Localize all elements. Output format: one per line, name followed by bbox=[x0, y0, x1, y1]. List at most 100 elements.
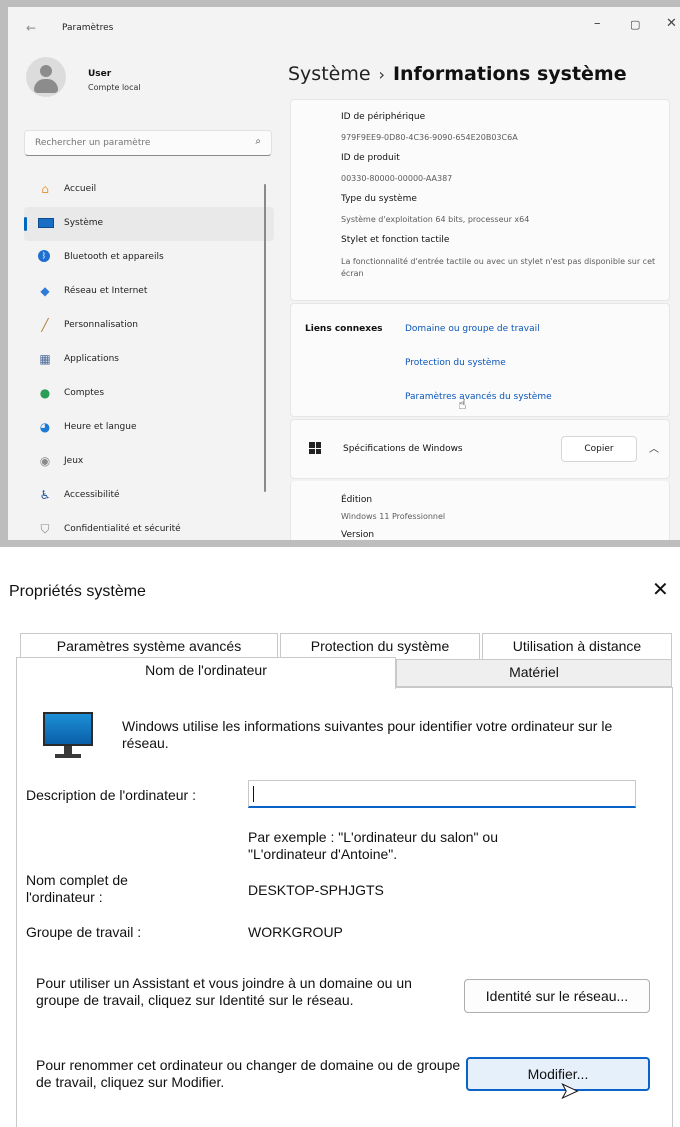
full-name-value: DESKTOP-SPHJGTS bbox=[248, 882, 384, 898]
spec-label: Type du système bbox=[341, 194, 417, 204]
computer-description-input[interactable] bbox=[248, 780, 636, 808]
wizard-text: Pour utiliser un Assistant et vous joind… bbox=[36, 975, 412, 1008]
sidebar-scrollbar[interactable] bbox=[264, 184, 266, 492]
workgroup-value: WORKGROUP bbox=[248, 924, 343, 940]
sidebar-item-label: Applications bbox=[64, 354, 119, 364]
rename-text: Pour renommer cet ordinateur ou changer … bbox=[36, 1057, 461, 1090]
sidebar-item-label: Heure et langue bbox=[64, 422, 137, 432]
link-system-protection[interactable]: Protection du système bbox=[405, 358, 506, 368]
breadcrumb-separator: › bbox=[378, 65, 385, 84]
sidebar-item-accueil[interactable]: ⌂ Accueil bbox=[24, 173, 274, 207]
link-domain-workgroup[interactable]: Domaine ou groupe de travail bbox=[405, 324, 540, 334]
close-button[interactable]: ✕ bbox=[666, 16, 677, 31]
system-properties-dialog: Propriétés système ✕ Paramètres système … bbox=[0, 547, 680, 1127]
sidebar-item-label: Bluetooth et appareils bbox=[64, 252, 164, 262]
globe-icon: ◕ bbox=[39, 420, 51, 434]
hand-cursor-icon: ☝ bbox=[458, 397, 467, 413]
tab-computer-name[interactable]: Nom de l'ordinateur bbox=[16, 657, 396, 689]
computer-monitor-icon bbox=[43, 712, 93, 760]
related-links-card: Liens connexes Domaine ou groupe de trav… bbox=[290, 303, 670, 417]
accounts-icon: ● bbox=[39, 386, 51, 400]
text-caret bbox=[253, 786, 254, 802]
sidebar-item-label: Jeux bbox=[64, 456, 84, 466]
apps-icon: ▦ bbox=[39, 352, 51, 366]
spec-value: 979F9EE9-0D80-4C36-9090-654E20B03C6A bbox=[341, 133, 518, 142]
sidebar-item-label: Réseau et Internet bbox=[64, 286, 148, 296]
sidebar-item-bluetooth[interactable]: ᛒ Bluetooth et appareils bbox=[24, 241, 274, 275]
app-title: Paramètres bbox=[62, 23, 114, 33]
search-input[interactable] bbox=[25, 131, 245, 155]
sidebar-item-label: Accessibilité bbox=[64, 490, 120, 500]
device-specs-card: ID de périphérique 979F9EE9-0D80-4C36-90… bbox=[290, 99, 670, 301]
dialog-title: Propriétés système bbox=[9, 583, 146, 600]
user-icon bbox=[40, 65, 52, 77]
spec-label: ID de périphérique bbox=[341, 112, 426, 122]
maximize-button[interactable]: ▢ bbox=[630, 18, 640, 31]
chevron-up-icon[interactable]: ︿ bbox=[649, 440, 659, 455]
breadcrumb-parent[interactable]: Système bbox=[288, 63, 371, 85]
network-icon: ◆ bbox=[40, 284, 50, 298]
back-arrow-icon[interactable]: ← bbox=[26, 21, 36, 35]
spec-value: 00330-80000-00000-AA387 bbox=[341, 174, 453, 183]
user-name: User bbox=[88, 69, 112, 79]
windows-logo-icon bbox=[309, 442, 321, 454]
search-icon[interactable]: ⌕ bbox=[255, 136, 261, 147]
home-icon: ⌂ bbox=[41, 182, 49, 196]
sidebar-item-reseau[interactable]: ◆ Réseau et Internet bbox=[24, 275, 274, 309]
accessibility-icon: ♿ bbox=[39, 488, 51, 502]
edition-label: Édition bbox=[341, 495, 373, 505]
page-title: Informations système bbox=[392, 63, 627, 85]
intro-text: Windows utilise les informations suivant… bbox=[122, 718, 613, 751]
avatar[interactable] bbox=[26, 57, 66, 97]
sidebar-item-personnalisation[interactable]: ╱ Personnalisation bbox=[24, 309, 274, 343]
sidebar-item-systeme[interactable]: Système bbox=[24, 207, 274, 241]
minimize-button[interactable]: – bbox=[594, 16, 601, 31]
edition-value: Windows 11 Professionnel bbox=[341, 512, 446, 521]
search-box[interactable]: ⌕ bbox=[24, 130, 272, 156]
sidebar-item-comptes[interactable]: ● Comptes bbox=[24, 377, 274, 411]
windows-specs-details: Édition Windows 11 Professionnel Version bbox=[290, 481, 670, 540]
arrow-cursor-icon: ➤ bbox=[559, 1079, 579, 1105]
tab-hardware[interactable]: Matériel bbox=[396, 659, 672, 687]
tab-remote-use[interactable]: Utilisation à distance bbox=[482, 633, 672, 659]
brush-icon: ╱ bbox=[41, 318, 49, 332]
version-label: Version bbox=[341, 530, 375, 540]
spec-label: Stylet et fonction tactile bbox=[341, 235, 450, 245]
sidebar-item-applications[interactable]: ▦ Applications bbox=[24, 343, 274, 377]
workgroup-label: Groupe de travail : bbox=[26, 924, 142, 940]
sidebar-item-label: Personnalisation bbox=[64, 320, 138, 330]
windows-specs-card[interactable]: Spécifications de Windows Copier ︿ bbox=[290, 419, 670, 479]
sidebar-nav: ⌂ Accueil Système ᛒ Bluetooth et apparei… bbox=[24, 173, 274, 540]
title-bar: ← Paramètres – ▢ ✕ bbox=[8, 7, 680, 49]
sidebar-item-accessibilite[interactable]: ♿ Accessibilité bbox=[24, 479, 274, 513]
copy-button[interactable]: Copier bbox=[561, 436, 637, 462]
sidebar-item-label: Comptes bbox=[64, 388, 105, 398]
sidebar-item-confidentialite[interactable]: ⛉ Confidentialité et sécurité bbox=[24, 513, 274, 540]
modify-button[interactable]: Modifier... bbox=[466, 1057, 650, 1091]
sidebar-item-heure-langue[interactable]: ◕ Heure et langue bbox=[24, 411, 274, 445]
tab-advanced-settings[interactable]: Paramètres système avancés bbox=[20, 633, 278, 659]
description-label: Description de l'ordinateur : bbox=[26, 787, 196, 803]
sidebar-item-label: Confidentialité et sécurité bbox=[64, 524, 181, 534]
windows-specs-title: Spécifications de Windows bbox=[343, 444, 463, 454]
spec-value: La fonctionnalité d'entrée tactile ou av… bbox=[341, 257, 656, 278]
sidebar-item-jeux[interactable]: ◉ Jeux bbox=[24, 445, 274, 479]
selection-indicator bbox=[24, 217, 27, 231]
network-id-button[interactable]: Identité sur le réseau... bbox=[464, 979, 650, 1013]
link-advanced-system-settings[interactable]: Paramètres avancés du système bbox=[405, 392, 552, 402]
bluetooth-icon: ᛒ bbox=[38, 250, 50, 262]
shield-icon: ⛉ bbox=[40, 522, 50, 536]
settings-window: ← Paramètres – ▢ ✕ User Compte local ⌕ ⌂… bbox=[8, 7, 680, 540]
breadcrumb: Système › Informations système bbox=[288, 63, 627, 85]
gamepad-icon: ◉ bbox=[39, 454, 51, 468]
account-type: Compte local bbox=[88, 83, 141, 92]
spec-value: Système d'exploitation 64 bits, processe… bbox=[341, 215, 530, 224]
related-links-title: Liens connexes bbox=[305, 324, 383, 334]
example-text: Par exemple : "L'ordinateur du salon" ou… bbox=[248, 829, 498, 862]
dialog-close-button[interactable]: ✕ bbox=[652, 577, 669, 602]
tab-system-protection[interactable]: Protection du système bbox=[280, 633, 480, 659]
spec-label: ID de produit bbox=[341, 153, 400, 163]
sidebar-item-label: Système bbox=[64, 218, 104, 228]
full-name-label: Nom complet de l'ordinateur : bbox=[26, 872, 128, 905]
system-icon bbox=[38, 218, 54, 228]
